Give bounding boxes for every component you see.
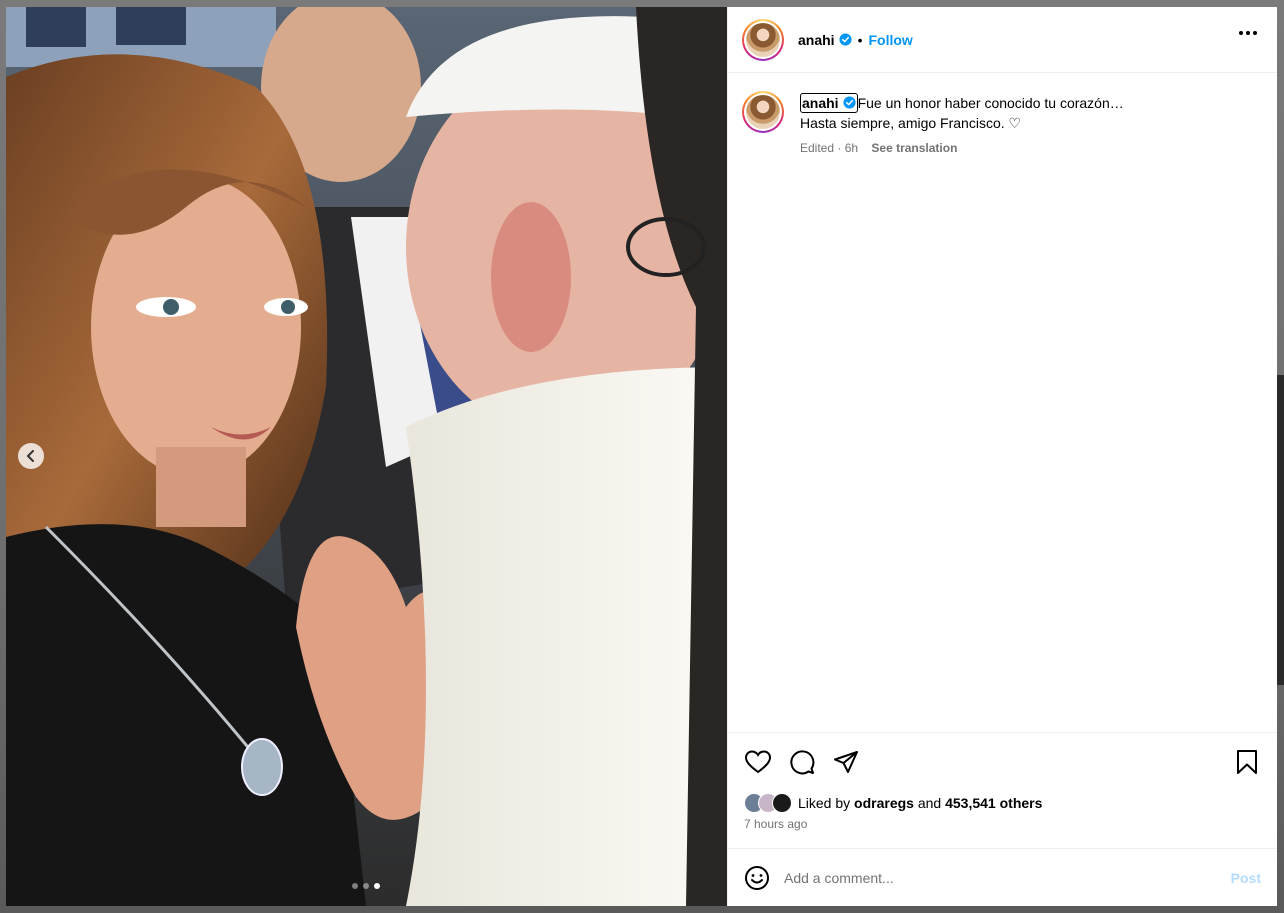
photo-scene: [6, 7, 727, 906]
post-comment-button[interactable]: Post: [1231, 870, 1261, 886]
likes-summary: Liked by odraregs and 453,541 others: [744, 793, 1261, 813]
bookmark-icon[interactable]: [1233, 748, 1261, 776]
carousel-indicator: [352, 883, 380, 889]
post-header: anahi • Follow: [728, 7, 1277, 73]
carousel-dot: [363, 883, 369, 889]
likes-others-link[interactable]: 453,541 others: [945, 795, 1042, 811]
chevron-left-icon: [27, 450, 34, 462]
edited-label: Edited · 6h: [800, 141, 859, 155]
post-timestamp[interactable]: 7 hours ago: [744, 817, 1261, 831]
caption-text-1: Fue un honor haber conocido tu corazón…: [857, 95, 1124, 111]
caption-meta: Edited · 6h See translation: [800, 141, 1124, 155]
first-liker-link[interactable]: odraregs: [854, 795, 914, 811]
carousel-dot: [352, 883, 358, 889]
liker-avatars: [744, 793, 792, 813]
more-options-icon[interactable]: [1239, 31, 1257, 35]
caption-username-link[interactable]: anahi: [800, 93, 858, 113]
heart-icon[interactable]: [744, 748, 772, 776]
liker-avatar[interactable]: [772, 793, 792, 813]
likes-and: and: [917, 795, 942, 811]
caption-section: anahi Fue un honor haber conocido tu cora…: [728, 73, 1277, 732]
liked-by-prefix: Liked by: [798, 795, 851, 811]
comment-icon[interactable]: [788, 748, 816, 776]
caption-username[interactable]: anahi: [802, 95, 839, 111]
header-separator: •: [857, 31, 863, 48]
see-translation-link[interactable]: See translation: [871, 141, 957, 155]
caption-avatar[interactable]: [742, 91, 784, 133]
follow-button[interactable]: Follow: [868, 32, 912, 48]
verified-badge-icon: [839, 33, 852, 46]
caption-line-1: anahi Fue un honor haber conocido tu cora…: [800, 93, 1124, 113]
comment-bar: Post: [728, 848, 1277, 906]
caption-text-2: Hasta siempre, amigo Francisco. ♡: [800, 115, 1022, 131]
post-side-panel: anahi • Follow anahi Fue un honor haber c…: [727, 7, 1277, 906]
carousel-prev-button[interactable]: [18, 443, 44, 469]
verified-badge-icon: [843, 96, 856, 109]
comment-input[interactable]: [784, 869, 1204, 886]
carousel-dot-active: [374, 883, 380, 889]
action-bar: [744, 745, 1261, 779]
background-content-strip: [1276, 375, 1284, 685]
post-actions: Liked by odraregs and 453,541 others 7 h…: [728, 732, 1277, 848]
author-avatar[interactable]: [742, 18, 784, 61]
author-username[interactable]: anahi: [798, 32, 835, 48]
post-photo: [6, 7, 727, 906]
post-modal: anahi • Follow anahi Fue un honor haber c…: [6, 7, 1277, 906]
emoji-icon[interactable]: [744, 865, 770, 891]
share-icon[interactable]: [832, 748, 860, 776]
